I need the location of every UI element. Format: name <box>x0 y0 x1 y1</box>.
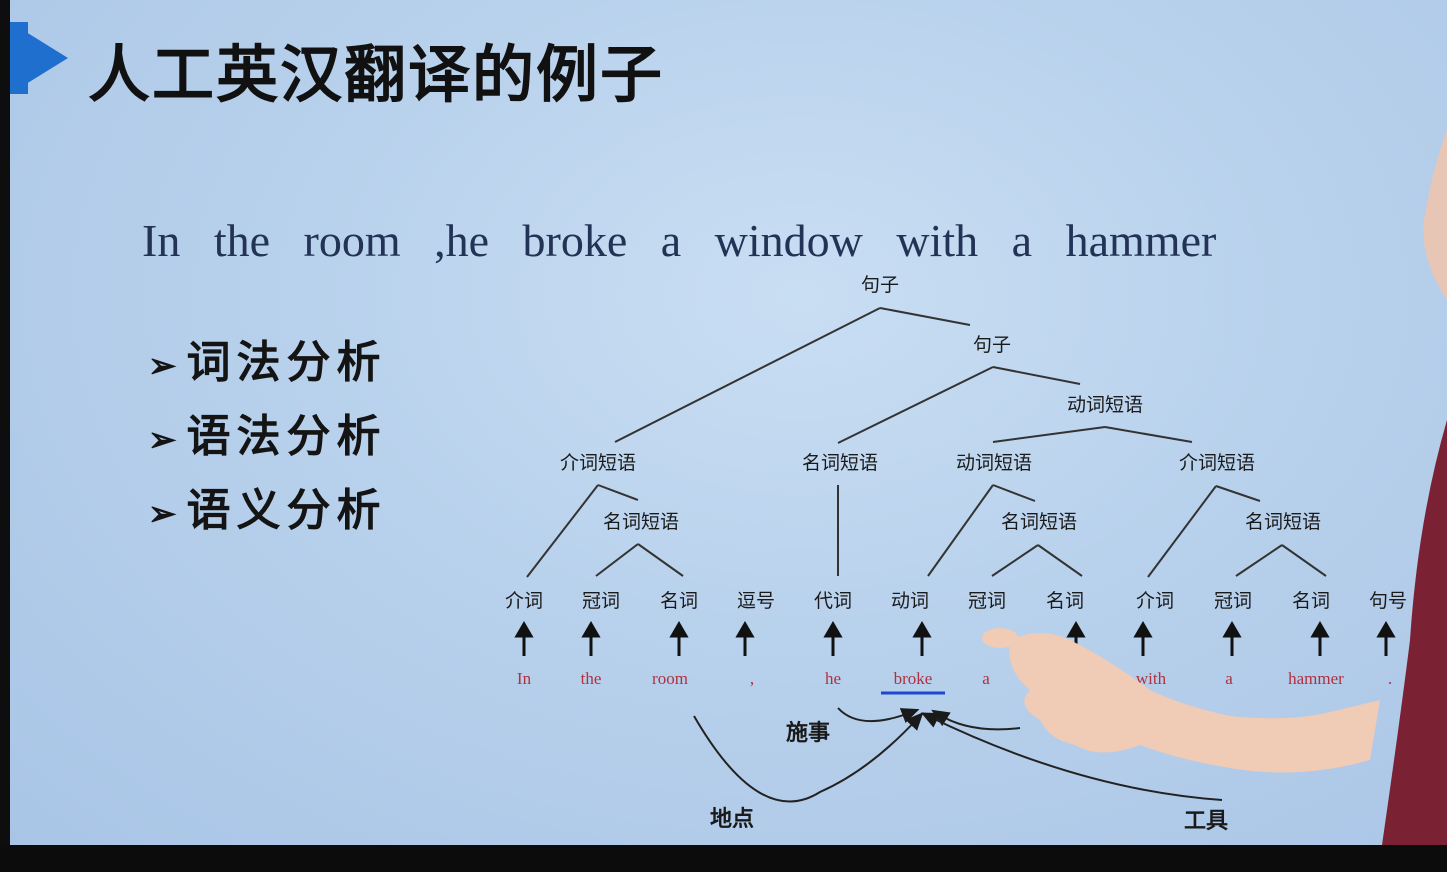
pos-tag: 句号 <box>1369 590 1407 612</box>
tree-node-prep-phrase-1: 介词短语 <box>560 452 636 474</box>
up-arrow-icon <box>669 621 689 656</box>
up-arrow-icon <box>912 621 932 656</box>
pos-tag: 名词 <box>1046 590 1084 612</box>
pos-tag: 介词 <box>1136 590 1174 612</box>
up-arrow-icon <box>735 621 755 656</box>
tree-node-prep-phrase-2: 介词短语 <box>1179 452 1255 474</box>
pos-tag: 动词 <box>891 590 929 612</box>
up-arrow-icon <box>581 621 601 656</box>
pos-tag: 代词 <box>814 590 852 612</box>
tree-edges <box>526 307 1327 578</box>
pos-tag: 介词 <box>505 590 543 612</box>
pos-tag: 逗号 <box>737 590 775 612</box>
word: a <box>1225 669 1233 688</box>
pos-tag: 冠词 <box>1214 590 1252 612</box>
word: he <box>825 669 841 688</box>
word-to-tag-arrows <box>514 621 1396 656</box>
tree-node-noun-phrase-room: 名词短语 <box>603 511 679 533</box>
word-row: In the room , he broke a window with a h… <box>517 669 1392 688</box>
pos-tag: 冠词 <box>968 590 1006 612</box>
role-label-agent: 施事 <box>786 720 830 746</box>
agent-arc <box>837 707 920 724</box>
pos-tag-row: 介词 冠词 名词 逗号 代词 动词 冠词 名词 介词 冠词 名词 句号 <box>505 590 1407 612</box>
role-label-location: 地点 <box>710 806 754 832</box>
up-arrow-icon <box>1222 621 1242 656</box>
word: a <box>982 669 990 688</box>
tree-node-noun-phrase-hammer: 名词短语 <box>1245 511 1321 533</box>
role-label-instrument: 工具 <box>1184 809 1228 834</box>
word: In <box>517 669 532 688</box>
tree-node-verb-phrase-top: 动词短语 <box>1067 394 1143 416</box>
up-arrow-icon <box>514 621 534 656</box>
tree-node-sentence-inner: 句子 <box>973 334 1011 356</box>
pos-tag: 名词 <box>1292 590 1330 612</box>
pos-tag: 名词 <box>660 590 698 612</box>
up-arrow-icon <box>1376 621 1396 656</box>
tree-node-sentence-root: 句子 <box>861 274 899 296</box>
word: the <box>581 669 602 688</box>
tree-node-verb-phrase-inner: 动词短语 <box>956 452 1032 474</box>
word: , <box>750 669 754 688</box>
parse-tree-diagram: 句子 句子 动词短语 介词短语 名词短语 动词短语 介词短语 名词短语 名词短语… <box>505 130 1447 845</box>
video-bottom-bar <box>0 845 1447 872</box>
word: . <box>1388 669 1392 688</box>
word-broke: broke <box>894 669 933 688</box>
tree-node-noun-phrase-he: 名词短语 <box>802 452 878 474</box>
pos-tag: 冠词 <box>582 590 620 612</box>
up-arrow-icon <box>1310 621 1330 656</box>
tree-node-noun-phrase-window: 名词短语 <box>1001 511 1077 533</box>
word: hammer <box>1288 669 1344 688</box>
up-arrow-icon <box>1133 621 1153 656</box>
word: room <box>652 669 688 688</box>
up-arrow-icon <box>823 621 843 656</box>
